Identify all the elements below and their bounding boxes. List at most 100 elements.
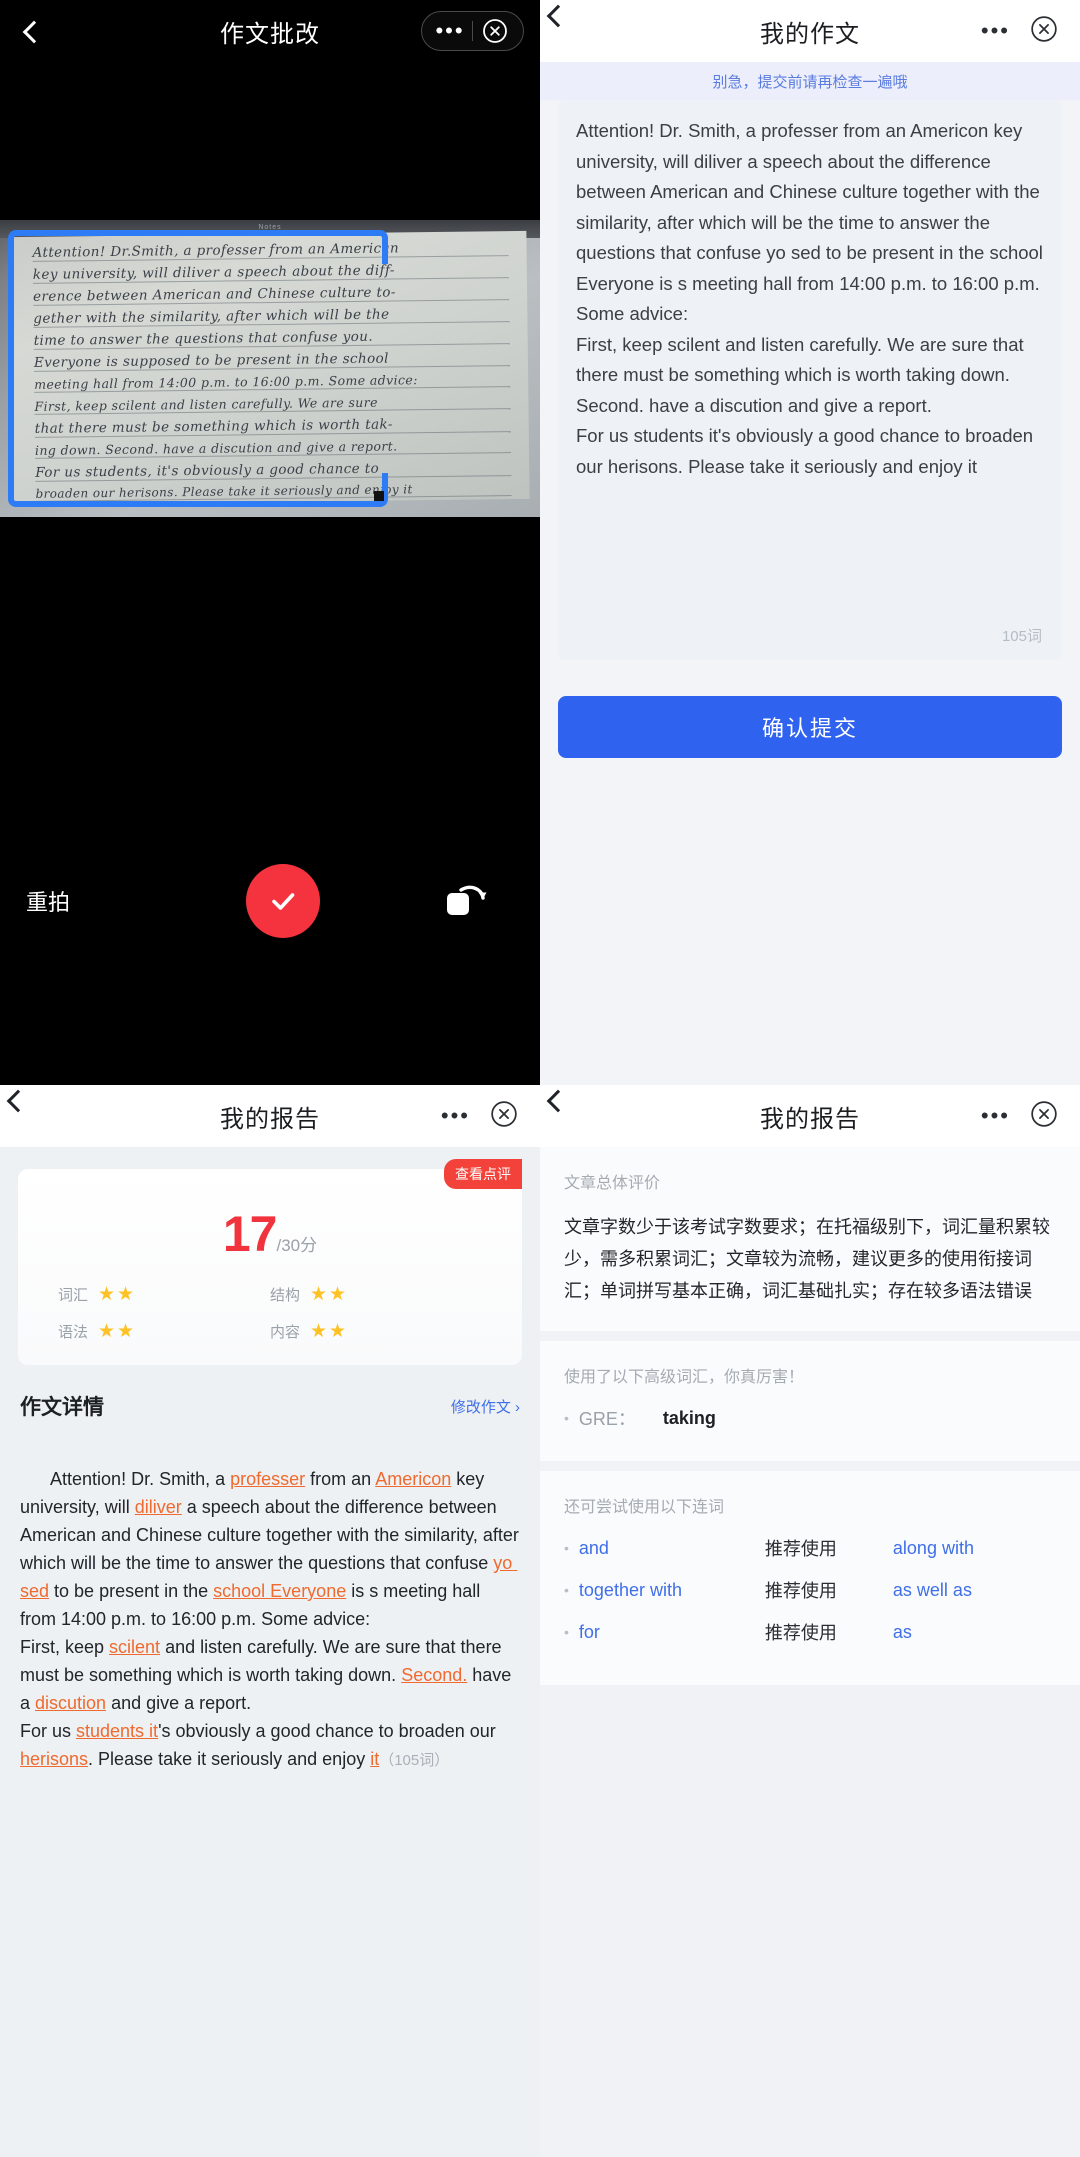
detail-word-count: （105词）	[379, 1752, 450, 1769]
report-analysis-panel: 我的报告 ••• 文章总体评价 文章字数少于该考试字数要求；在托福级别下，词汇量…	[540, 1085, 1080, 2157]
handwriting-line: Attention! Dr.Smith, a professer from an…	[32, 239, 509, 262]
handwriting-line: time to answer the questions that confus…	[33, 327, 510, 350]
error-word[interactable]: Americon	[375, 1469, 451, 1489]
rating-stars: ★★	[98, 1321, 137, 1342]
crop-handle-bottom-left[interactable]	[8, 473, 42, 507]
essay-text-card[interactable]: Attention! Dr. Smith, a professer from a…	[558, 100, 1062, 660]
view-comment-badge[interactable]: 查看点评	[444, 1159, 522, 1189]
crop-edge-bottom	[34, 501, 362, 507]
window-controls-capsule: •••	[421, 11, 524, 51]
crop-handle-bottom-right[interactable]	[354, 473, 388, 507]
rating-stars: ★★	[310, 1284, 349, 1305]
handwriting-line: gether with the similarity, after which …	[33, 305, 510, 328]
conjunction-recommend-label: 推荐使用	[764, 1539, 837, 1559]
handwriting-line: meeting hall from 14:00 p.m. to 16:00 p.…	[34, 371, 511, 393]
report2-header: 我的报告 •••	[540, 1085, 1080, 1147]
advanced-word-row: • GRE： taking	[564, 1405, 1056, 1431]
conjunction-suggested[interactable]: as well as	[893, 1580, 972, 1601]
confirm-submit-button[interactable]: 确认提交	[558, 696, 1062, 758]
rating-grid: 词汇 ★★ 结构 ★★ 语法 ★★ 内容 ★★	[18, 1269, 522, 1343]
handwriting-line: Everyone is supposed to be present in th…	[33, 349, 510, 372]
conjunction-original[interactable]: for	[579, 1622, 765, 1643]
handwriting-line: ing down. Second. have a discution and g…	[34, 437, 512, 459]
header-actions: •••	[981, 1100, 1058, 1133]
header-actions: •••	[981, 15, 1058, 48]
retake-button[interactable]: 重拍	[26, 885, 176, 917]
essay-detail-body: Attention! Dr. Smith, a professer from a…	[0, 1427, 540, 1803]
rating-label: 语法	[58, 1324, 89, 1341]
handwriting-line: First, keep scilent and listen carefully…	[34, 393, 511, 415]
conjunction-suggested[interactable]: along with	[893, 1538, 974, 1559]
bullet-icon: •	[564, 1410, 569, 1426]
ellipsis-icon[interactable]: •••	[981, 20, 1010, 42]
rating-label: 内容	[270, 1324, 301, 1341]
handwriting-line: erence between American and Chinese cult…	[33, 283, 510, 306]
close-circle-icon[interactable]	[490, 1100, 518, 1133]
plain-text: . Please take it seriously and enjoy	[88, 1749, 371, 1769]
bullet-icon: •	[564, 1624, 569, 1640]
error-word[interactable]: students it	[76, 1721, 158, 1741]
rotate-icon	[447, 885, 487, 915]
captured-photo[interactable]: Notes Attention! Dr.Smith, a professer f…	[0, 220, 540, 517]
error-word[interactable]: scilent	[109, 1637, 160, 1657]
camera-preview-stage: Notes Attention! Dr.Smith, a professer f…	[0, 62, 540, 962]
conjunction-recommend-label: 推荐使用	[764, 1581, 837, 1601]
essay-detail-header: 作文详情 修改作文 ›	[0, 1365, 540, 1427]
plain-text: from an	[305, 1469, 376, 1489]
score-max: /30分	[276, 1236, 318, 1255]
rating-stars: ★★	[98, 1284, 137, 1305]
screenshot-root: 作文批改 ••• Notes Attention! Dr.Smith, a pr…	[0, 0, 1080, 2157]
conjunction-suggested[interactable]: as	[893, 1622, 912, 1643]
essay-ocr-text: Attention! Dr. Smith, a professer from a…	[576, 120, 1043, 477]
overall-evaluation-section: 文章总体评价 文章字数少于该考试字数要求；在托福级别下，词汇量积累较少，需多积累…	[540, 1147, 1080, 1331]
close-circle-icon[interactable]	[473, 18, 517, 44]
rating-item: 结构 ★★	[270, 1283, 482, 1306]
error-word[interactable]: herisons	[20, 1749, 88, 1769]
vocab-word: taking	[662, 1407, 716, 1428]
rotate-image-button[interactable]	[390, 880, 540, 922]
close-circle-icon[interactable]	[1030, 15, 1058, 48]
ellipsis-icon[interactable]: •••	[981, 1105, 1010, 1127]
conjunction-original[interactable]: and	[579, 1538, 765, 1559]
crop-handle-top-left[interactable]	[8, 230, 42, 264]
conjunction-suggestion-section: 还可尝试使用以下连词 • and 推荐使用 along with • toget…	[540, 1471, 1080, 1685]
crop-edge-left	[8, 262, 14, 475]
ellipsis-icon[interactable]: •••	[428, 20, 472, 42]
crop-drag-dot[interactable]	[374, 491, 384, 501]
confirm-capture-button[interactable]	[246, 863, 320, 938]
rating-item: 语法 ★★	[58, 1320, 270, 1343]
ellipsis-icon[interactable]: •••	[441, 1105, 470, 1127]
error-word[interactable]: professer	[230, 1469, 305, 1489]
edit-essay-link[interactable]: 修改作文 ›	[451, 1396, 520, 1417]
handwriting-line: broaden our herisons. Please take it ser…	[35, 481, 512, 502]
report-header: 我的报告 •••	[0, 1085, 540, 1147]
header-actions: •••	[441, 1100, 518, 1133]
plain-text: to be present in the	[49, 1581, 214, 1601]
essay-header: 我的作文 •••	[540, 0, 1080, 62]
conjunction-row: • together with 推荐使用 as well as	[564, 1577, 1056, 1603]
overall-evaluation-body: 文章字数少于该考试字数要求；在托福级别下，词汇量积累较少，需多积累词汇；文章较为…	[564, 1217, 1050, 1301]
error-word[interactable]: discution	[35, 1693, 106, 1713]
my-report-panel: 我的报告 ••• 查看点评 17/30分 词汇 ★★ 结构 ★★ 语法 ★★ 内…	[0, 1085, 540, 2157]
conjunction-original[interactable]: together with	[579, 1580, 765, 1601]
error-word[interactable]: school Everyone	[213, 1581, 346, 1601]
back-chevron-icon[interactable]	[16, 16, 46, 46]
camera-header: 作文批改 •••	[0, 0, 540, 62]
plain-text: 's obviously a good chance to broaden ou…	[158, 1721, 501, 1741]
camera-toolbar: 重拍	[0, 839, 540, 962]
overall-evaluation-title: 文章总体评价	[564, 1175, 661, 1192]
score-value: 17	[222, 1206, 278, 1262]
handwriting-line: that there must be something which is wo…	[34, 415, 511, 438]
corrected-text: Attention! Dr. Smith, a professer from a…	[20, 1469, 524, 1769]
crop-edge-top	[34, 230, 362, 236]
rating-item: 内容 ★★	[270, 1320, 482, 1343]
rating-stars: ★★	[310, 1321, 349, 1342]
conjunction-row: • and 推荐使用 along with	[564, 1535, 1056, 1561]
handwriting-line: For us students, it's obviously a good c…	[35, 459, 512, 482]
close-circle-icon[interactable]	[1030, 1100, 1058, 1133]
error-word[interactable]: it	[370, 1749, 379, 1769]
error-word[interactable]: Second.	[401, 1665, 467, 1685]
crop-handle-top-right[interactable]	[354, 230, 388, 264]
rating-label: 结构	[270, 1287, 301, 1304]
error-word[interactable]: diliver	[135, 1497, 182, 1517]
